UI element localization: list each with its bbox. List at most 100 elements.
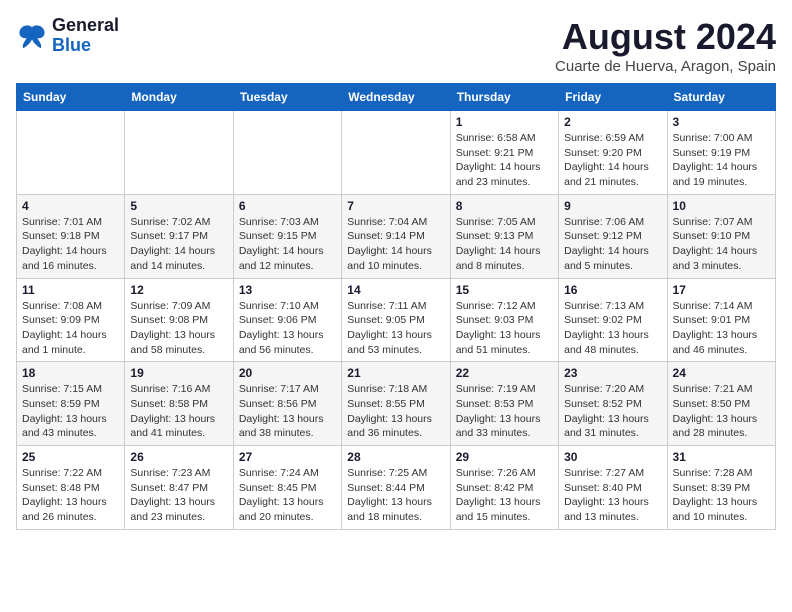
calendar-cell: 25 Sunrise: 7:22 AMSunset: 8:48 PMDayligh… bbox=[17, 446, 125, 530]
weekday-header-tuesday: Tuesday bbox=[233, 84, 341, 111]
weekday-header-thursday: Thursday bbox=[450, 84, 558, 111]
day-info: Sunrise: 7:00 AMSunset: 9:19 PMDaylight:… bbox=[673, 131, 770, 190]
day-info: Sunrise: 7:15 AMSunset: 8:59 PMDaylight:… bbox=[22, 382, 119, 441]
day-info: Sunrise: 7:12 AMSunset: 9:03 PMDaylight:… bbox=[456, 299, 553, 358]
day-number: 7 bbox=[347, 199, 444, 213]
day-number: 19 bbox=[130, 366, 227, 380]
day-info: Sunrise: 7:07 AMSunset: 9:10 PMDaylight:… bbox=[673, 215, 770, 274]
day-info: Sunrise: 7:26 AMSunset: 8:42 PMDaylight:… bbox=[456, 466, 553, 525]
calendar-cell: 12 Sunrise: 7:09 AMSunset: 9:08 PMDayligh… bbox=[125, 278, 233, 362]
day-number: 12 bbox=[130, 283, 227, 297]
day-info: Sunrise: 7:04 AMSunset: 9:14 PMDaylight:… bbox=[347, 215, 444, 274]
day-info: Sunrise: 7:18 AMSunset: 8:55 PMDaylight:… bbox=[347, 382, 444, 441]
page-header: General Blue August 2024 Cuarte de Huerv… bbox=[16, 16, 776, 75]
logo: General Blue bbox=[16, 16, 119, 56]
day-info: Sunrise: 7:02 AMSunset: 9:17 PMDaylight:… bbox=[130, 215, 227, 274]
day-info: Sunrise: 7:05 AMSunset: 9:13 PMDaylight:… bbox=[456, 215, 553, 274]
day-number: 22 bbox=[456, 366, 553, 380]
day-number: 17 bbox=[673, 283, 770, 297]
calendar-cell bbox=[125, 111, 233, 195]
weekday-header-saturday: Saturday bbox=[667, 84, 775, 111]
day-info: Sunrise: 7:19 AMSunset: 8:53 PMDaylight:… bbox=[456, 382, 553, 441]
calendar-cell: 19 Sunrise: 7:16 AMSunset: 8:58 PMDayligh… bbox=[125, 362, 233, 446]
day-info: Sunrise: 7:21 AMSunset: 8:50 PMDaylight:… bbox=[673, 382, 770, 441]
weekday-header-sunday: Sunday bbox=[17, 84, 125, 111]
day-info: Sunrise: 7:09 AMSunset: 9:08 PMDaylight:… bbox=[130, 299, 227, 358]
calendar-cell: 31 Sunrise: 7:28 AMSunset: 8:39 PMDayligh… bbox=[667, 446, 775, 530]
day-number: 9 bbox=[564, 199, 661, 213]
calendar-table: SundayMondayTuesdayWednesdayThursdayFrid… bbox=[16, 83, 776, 530]
calendar-cell: 30 Sunrise: 7:27 AMSunset: 8:40 PMDayligh… bbox=[559, 446, 667, 530]
day-info: Sunrise: 7:23 AMSunset: 8:47 PMDaylight:… bbox=[130, 466, 227, 525]
day-info: Sunrise: 7:13 AMSunset: 9:02 PMDaylight:… bbox=[564, 299, 661, 358]
calendar-cell: 21 Sunrise: 7:18 AMSunset: 8:55 PMDayligh… bbox=[342, 362, 450, 446]
calendar-cell: 10Sunrise: 7:07 AMSunset: 9:10 PMDayligh… bbox=[667, 194, 775, 278]
day-info: Sunrise: 7:24 AMSunset: 8:45 PMDaylight:… bbox=[239, 466, 336, 525]
calendar-cell: 5Sunrise: 7:02 AMSunset: 9:17 PMDaylight… bbox=[125, 194, 233, 278]
weekday-header-friday: Friday bbox=[559, 84, 667, 111]
weekday-header-row: SundayMondayTuesdayWednesdayThursdayFrid… bbox=[17, 84, 776, 111]
day-number: 2 bbox=[564, 115, 661, 129]
day-number: 18 bbox=[22, 366, 119, 380]
day-number: 8 bbox=[456, 199, 553, 213]
day-info: Sunrise: 7:28 AMSunset: 8:39 PMDaylight:… bbox=[673, 466, 770, 525]
day-info: Sunrise: 6:58 AMSunset: 9:21 PMDaylight:… bbox=[456, 131, 553, 190]
calendar-cell: 16 Sunrise: 7:13 AMSunset: 9:02 PMDayligh… bbox=[559, 278, 667, 362]
calendar-cell bbox=[233, 111, 341, 195]
day-info: Sunrise: 7:25 AMSunset: 8:44 PMDaylight:… bbox=[347, 466, 444, 525]
day-info: Sunrise: 7:22 AMSunset: 8:48 PMDaylight:… bbox=[22, 466, 119, 525]
day-info: Sunrise: 7:06 AMSunset: 9:12 PMDaylight:… bbox=[564, 215, 661, 274]
day-info: Sunrise: 7:17 AMSunset: 8:56 PMDaylight:… bbox=[239, 382, 336, 441]
logo-text: General Blue bbox=[52, 16, 119, 56]
calendar-week-row: 25 Sunrise: 7:22 AMSunset: 8:48 PMDayligh… bbox=[17, 446, 776, 530]
calendar-cell: 4Sunrise: 7:01 AMSunset: 9:18 PMDaylight… bbox=[17, 194, 125, 278]
calendar-cell: 27Sunrise: 7:24 AMSunset: 8:45 PMDayligh… bbox=[233, 446, 341, 530]
calendar-cell bbox=[342, 111, 450, 195]
calendar-week-row: 18 Sunrise: 7:15 AMSunset: 8:59 PMDayligh… bbox=[17, 362, 776, 446]
calendar-cell: 20Sunrise: 7:17 AMSunset: 8:56 PMDayligh… bbox=[233, 362, 341, 446]
calendar-cell: 2 Sunrise: 6:59 AMSunset: 9:20 PMDaylight… bbox=[559, 111, 667, 195]
day-number: 1 bbox=[456, 115, 553, 129]
day-number: 31 bbox=[673, 450, 770, 464]
day-number: 6 bbox=[239, 199, 336, 213]
calendar-cell: 24Sunrise: 7:21 AMSunset: 8:50 PMDayligh… bbox=[667, 362, 775, 446]
calendar-cell: 11Sunrise: 7:08 AMSunset: 9:09 PMDayligh… bbox=[17, 278, 125, 362]
calendar-cell bbox=[17, 111, 125, 195]
day-number: 30 bbox=[564, 450, 661, 464]
calendar-week-row: 11Sunrise: 7:08 AMSunset: 9:09 PMDayligh… bbox=[17, 278, 776, 362]
calendar-cell: 9 Sunrise: 7:06 AMSunset: 9:12 PMDaylight… bbox=[559, 194, 667, 278]
title-block: August 2024 Cuarte de Huerva, Aragon, Sp… bbox=[555, 16, 776, 75]
day-number: 29 bbox=[456, 450, 553, 464]
day-info: Sunrise: 7:16 AMSunset: 8:58 PMDaylight:… bbox=[130, 382, 227, 441]
day-info: Sunrise: 6:59 AMSunset: 9:20 PMDaylight:… bbox=[564, 131, 661, 190]
calendar-cell: 29 Sunrise: 7:26 AMSunset: 8:42 PMDayligh… bbox=[450, 446, 558, 530]
calendar-cell: 26 Sunrise: 7:23 AMSunset: 8:47 PMDayligh… bbox=[125, 446, 233, 530]
day-number: 4 bbox=[22, 199, 119, 213]
day-info: Sunrise: 7:11 AMSunset: 9:05 PMDaylight:… bbox=[347, 299, 444, 358]
day-number: 11 bbox=[22, 283, 119, 297]
day-info: Sunrise: 7:14 AMSunset: 9:01 PMDaylight:… bbox=[673, 299, 770, 358]
day-number: 14 bbox=[347, 283, 444, 297]
weekday-header-monday: Monday bbox=[125, 84, 233, 111]
calendar-cell: 1 Sunrise: 6:58 AMSunset: 9:21 PMDaylight… bbox=[450, 111, 558, 195]
day-number: 25 bbox=[22, 450, 119, 464]
day-info: Sunrise: 7:03 AMSunset: 9:15 PMDaylight:… bbox=[239, 215, 336, 274]
calendar-cell: 7 Sunrise: 7:04 AMSunset: 9:14 PMDaylight… bbox=[342, 194, 450, 278]
day-number: 16 bbox=[564, 283, 661, 297]
calendar-cell: 8 Sunrise: 7:05 AMSunset: 9:13 PMDaylight… bbox=[450, 194, 558, 278]
logo-icon bbox=[16, 22, 48, 50]
location-subtitle: Cuarte de Huerva, Aragon, Spain bbox=[555, 58, 776, 75]
calendar-week-row: 1 Sunrise: 6:58 AMSunset: 9:21 PMDaylight… bbox=[17, 111, 776, 195]
calendar-week-row: 4Sunrise: 7:01 AMSunset: 9:18 PMDaylight… bbox=[17, 194, 776, 278]
day-number: 15 bbox=[456, 283, 553, 297]
calendar-cell: 6 Sunrise: 7:03 AMSunset: 9:15 PMDaylight… bbox=[233, 194, 341, 278]
calendar-cell: 15 Sunrise: 7:12 AMSunset: 9:03 PMDayligh… bbox=[450, 278, 558, 362]
day-number: 28 bbox=[347, 450, 444, 464]
calendar-cell: 3 Sunrise: 7:00 AMSunset: 9:19 PMDaylight… bbox=[667, 111, 775, 195]
day-number: 3 bbox=[673, 115, 770, 129]
day-info: Sunrise: 7:10 AMSunset: 9:06 PMDaylight:… bbox=[239, 299, 336, 358]
calendar-cell: 17 Sunrise: 7:14 AMSunset: 9:01 PMDayligh… bbox=[667, 278, 775, 362]
day-number: 21 bbox=[347, 366, 444, 380]
day-number: 26 bbox=[130, 450, 227, 464]
day-info: Sunrise: 7:27 AMSunset: 8:40 PMDaylight:… bbox=[564, 466, 661, 525]
